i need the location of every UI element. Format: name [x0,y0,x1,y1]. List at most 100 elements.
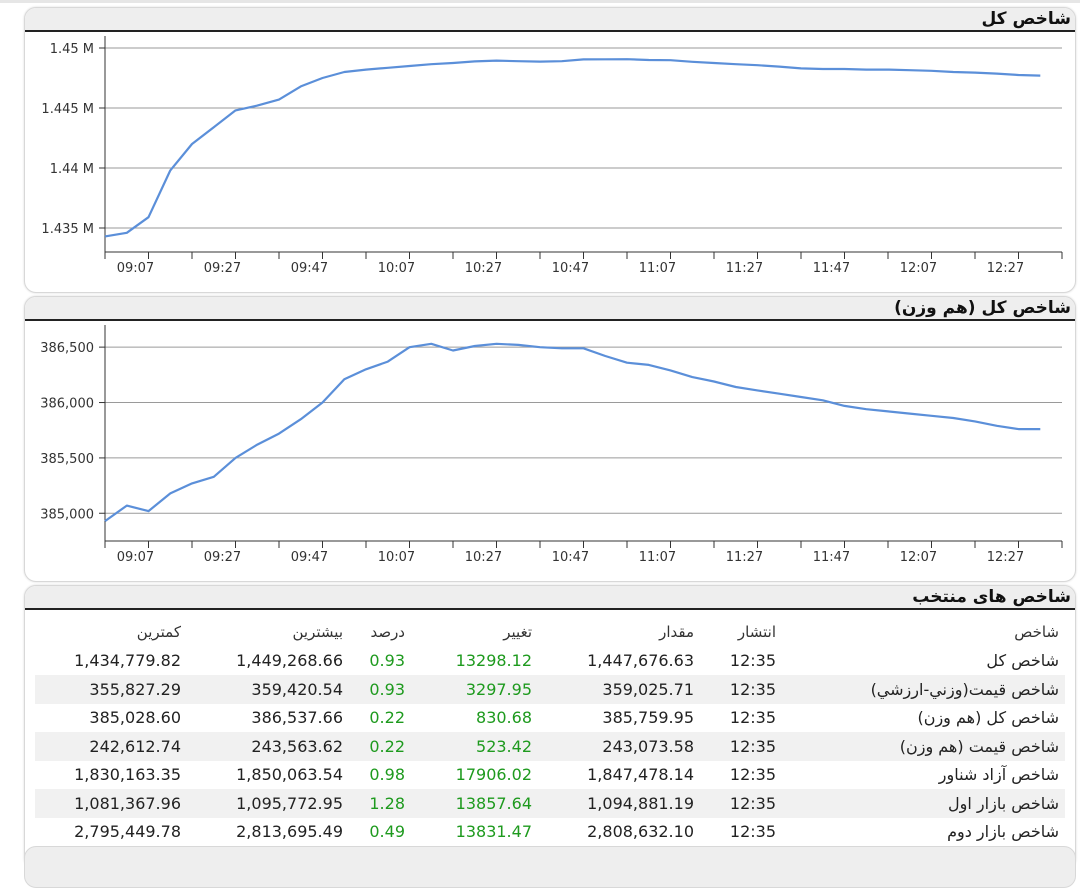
x-tick-label: 09:07 [117,261,154,276]
x-tick-label: 12:07 [900,261,937,276]
x-tick-label: 10:47 [552,261,589,276]
x-tick-label: 12:27 [987,550,1024,565]
cell-value: 385,759.95 [602,708,694,728]
x-tick-label: 09:07 [117,550,154,565]
table-row[interactable]: 385,028.60 386,537.66 0.22 830.68 385,759.95… [35,704,1065,733]
cell-percent: 0.22 [369,708,405,728]
table-header-row: کمترین بیشترین درصد تغییر مقدار انتشار ش… [35,618,1065,647]
panel-title: شاخص کل (هم وزن) [894,298,1071,318]
column-header-change: تغییر [503,623,532,642]
cell-max: 359,420.54 [187,675,349,704]
cell-change: 3297.95 [411,675,538,704]
x-tick-label: 09:47 [291,550,328,565]
next-panel-edge [24,846,1076,888]
panel-header: شاخص کل [25,8,1075,32]
cell-max: 1,449,268.66 [236,651,343,671]
cell-time: 12:35 [729,765,776,785]
column-header-max: بیشترین [292,623,343,642]
cell-max: 1,850,063.54 [236,765,343,785]
indices-table: کمترین بیشترین درصد تغییر مقدار انتشار ش… [35,618,1065,846]
y-tick-label: 385,000 [40,507,94,522]
cell-change: 830.68 [476,708,532,728]
total-index-chart: 1.45 M 1.445 M 1.44 M 1.435 M 09:07 09:27 09:4… [41,36,1063,276]
y-tick-label: 386,000 [40,397,94,412]
x-tick-label: 10:07 [378,550,415,565]
cell-time: 12:35 [700,789,782,818]
cell-time: 12:35 [700,732,782,761]
x-tick-label: 11:27 [726,550,763,565]
x-tick-label: 10:27 [465,261,502,276]
cell-change: 17906.02 [455,765,532,785]
x-tick-label: 11:47 [813,550,850,565]
x-tick-label: 09:27 [204,261,241,276]
cell-percent: 0.98 [369,765,405,785]
y-tick-label: 1.435 M [41,222,94,237]
cell-percent: 1.28 [349,789,411,818]
chart-panel-equal-weight-index: شاخص کل (هم وزن) 386,500 386,000 385,500 38… [24,296,1076,582]
cell-min: 355,827.29 [35,675,187,704]
x-tick-label: 11:07 [639,261,676,276]
series-line [104,342,1041,522]
cell-time: 12:35 [729,651,776,671]
cell-percent: 0.22 [349,732,411,761]
x-tick-label: 11:47 [813,261,850,276]
cell-change: 13298.12 [455,651,532,671]
cell-value: 1,094,881.19 [538,789,700,818]
y-tick-label: 386,500 [40,341,94,356]
table-row[interactable]: 242,612.74 243,563.62 0.22 523.42 243,073.58… [35,732,1065,761]
x-tick-label: 10:07 [378,261,415,276]
x-tick-label: 12:27 [987,261,1024,276]
column-header-name: شاخص [1014,623,1059,642]
cell-name: شاخص بازار اول [782,789,1065,818]
cell-name: شاخص قیمت(وزني-ارزشي) [782,675,1065,704]
panel-title: شاخص کل [981,9,1071,29]
y-tick-label: 1.445 M [41,102,94,117]
column-header-min: کمترین [136,623,181,642]
y-tick-label: 1.44 M [50,162,94,177]
cell-time: 12:35 [700,675,782,704]
x-tick-label: 09:27 [204,550,241,565]
cell-name: شاخص کل (هم وزن) [917,708,1059,728]
panel-header: شاخص کل (هم وزن) [25,297,1075,321]
x-tick-label: 12:07 [900,550,937,565]
selected-indices-panel: شاخص های منتخب کمترین بیشترین درصد تغییر… [24,585,1076,870]
column-header-value: مقدار [659,623,694,642]
table-row[interactable]: 1,830,163.35 1,850,063.54 0.98 17906.02 1,84… [35,761,1065,790]
table-row[interactable]: 2,795,449.78 2,813,695.49 0.49 13831.47 2,80… [35,818,1065,847]
cell-min: 1,081,367.96 [35,789,187,818]
cell-max: 243,563.62 [187,732,349,761]
cell-max: 386,537.66 [251,708,343,728]
cell-min: 1,830,163.35 [74,765,181,785]
table-row[interactable]: 355,827.29 359,420.54 0.93 3297.95 359,025.7… [35,675,1065,704]
panel-header: شاخص های منتخب [25,586,1075,610]
x-tick-label: 10:47 [552,550,589,565]
cell-value: 359,025.71 [538,675,700,704]
y-tick-label: 385,500 [40,452,94,467]
table-row[interactable]: 1,081,367.96 1,095,772.95 1.28 13857.64 1,09… [35,789,1065,818]
cell-percent: 0.93 [349,675,411,704]
table-row[interactable]: 1,434,779.82 1,449,268.66 0.93 13298.12 1,44… [35,647,1065,676]
cell-min: 2,795,449.78 [74,822,181,842]
cell-time: 12:35 [729,708,776,728]
series-line [104,58,1041,238]
panel-title: شاخص های منتخب [912,587,1071,607]
cell-percent: 0.93 [369,651,405,671]
cell-change: 523.42 [411,732,538,761]
cell-time: 12:35 [729,822,776,842]
x-tick-label: 11:07 [639,550,676,565]
x-tick-label: 09:47 [291,261,328,276]
cell-percent: 0.49 [369,822,405,842]
cell-min: 1,434,779.82 [74,651,181,671]
x-tick-label: 11:27 [726,261,763,276]
column-header-time: انتشار [737,623,776,642]
cell-value: 1,447,676.63 [587,651,694,671]
cell-value: 1,847,478.14 [587,765,694,785]
cell-value: 243,073.58 [538,732,700,761]
cell-value: 2,808,632.10 [587,822,694,842]
cell-min: 385,028.60 [89,708,181,728]
top-strip [0,0,1080,3]
equal-weight-index-chart: 386,500 386,000 385,500 385,000 09:07 09:27 09… [40,325,1063,565]
chart-panel-total-index: شاخص کل 1.45 M 1.445 M 1.44 M 1.435 M 09:07 0… [24,7,1076,293]
x-tick-label: 10:27 [465,550,502,565]
cell-max: 2,813,695.49 [236,822,343,842]
